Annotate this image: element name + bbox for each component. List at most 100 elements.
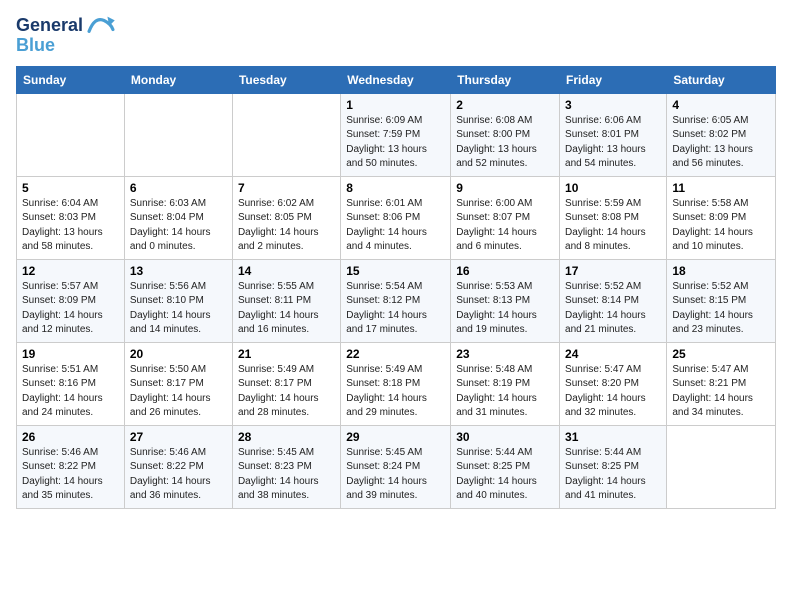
calendar-cell: 18 Sunrise: 5:52 AMSunset: 8:15 PMDayligh… [667, 259, 776, 342]
day-number: 8 [346, 181, 445, 195]
calendar-cell: 14 Sunrise: 5:55 AMSunset: 8:11 PMDayligh… [232, 259, 340, 342]
day-info: Sunrise: 6:01 AMSunset: 8:06 PMDaylight:… [346, 197, 445, 255]
day-number: 7 [238, 181, 335, 195]
day-info: Sunrise: 5:55 AMSunset: 8:11 PMDaylight:… [238, 280, 335, 338]
day-info: Sunrise: 5:48 AMSunset: 8:19 PMDaylight:… [456, 363, 554, 421]
day-info: Sunrise: 5:45 AMSunset: 8:24 PMDaylight:… [346, 446, 445, 504]
calendar-cell: 31 Sunrise: 5:44 AMSunset: 8:25 PMDayligh… [560, 425, 667, 508]
day-info: Sunrise: 6:09 AMSunset: 7:59 PMDaylight:… [346, 114, 445, 172]
calendar-cell: 9 Sunrise: 6:00 AMSunset: 8:07 PMDaylight… [451, 176, 560, 259]
calendar-cell: 5 Sunrise: 6:04 AMSunset: 8:03 PMDaylight… [17, 176, 125, 259]
day-info: Sunrise: 5:50 AMSunset: 8:17 PMDaylight:… [130, 363, 227, 421]
day-number: 9 [456, 181, 554, 195]
day-info: Sunrise: 6:05 AMSunset: 8:02 PMDaylight:… [672, 114, 770, 172]
day-number: 24 [565, 347, 661, 361]
header-tuesday: Tuesday [232, 66, 340, 93]
day-info: Sunrise: 5:51 AMSunset: 8:16 PMDaylight:… [22, 363, 119, 421]
calendar-cell: 8 Sunrise: 6:01 AMSunset: 8:06 PMDaylight… [341, 176, 451, 259]
calendar-cell: 27 Sunrise: 5:46 AMSunset: 8:22 PMDayligh… [124, 425, 232, 508]
day-info: Sunrise: 5:53 AMSunset: 8:13 PMDaylight:… [456, 280, 554, 338]
day-number: 20 [130, 347, 227, 361]
calendar-cell: 16 Sunrise: 5:53 AMSunset: 8:13 PMDayligh… [451, 259, 560, 342]
calendar-week-row: 5 Sunrise: 6:04 AMSunset: 8:03 PMDaylight… [17, 176, 776, 259]
header-saturday: Saturday [667, 66, 776, 93]
day-info: Sunrise: 5:46 AMSunset: 8:22 PMDaylight:… [22, 446, 119, 504]
calendar-cell: 20 Sunrise: 5:50 AMSunset: 8:17 PMDayligh… [124, 342, 232, 425]
calendar-cell: 22Sunrise: 5:49 AMSunset: 8:18 PMDayligh… [341, 342, 451, 425]
day-info: Sunrise: 6:02 AMSunset: 8:05 PMDaylight:… [238, 197, 335, 255]
day-info: Sunrise: 5:47 AMSunset: 8:20 PMDaylight:… [565, 363, 661, 421]
calendar-cell: 26 Sunrise: 5:46 AMSunset: 8:22 PMDayligh… [17, 425, 125, 508]
day-info: Sunrise: 6:06 AMSunset: 8:01 PMDaylight:… [565, 114, 661, 172]
day-number: 6 [130, 181, 227, 195]
day-info: Sunrise: 5:49 AMSunset: 8:17 PMDaylight:… [238, 363, 335, 421]
day-info: Sunrise: 5:47 AMSunset: 8:21 PMDaylight:… [672, 363, 770, 421]
day-number: 14 [238, 264, 335, 278]
calendar-cell [232, 93, 340, 176]
day-number: 26 [22, 430, 119, 444]
calendar-cell: 28 Sunrise: 5:45 AMSunset: 8:23 PMDayligh… [232, 425, 340, 508]
calendar-header-row: SundayMondayTuesdayWednesdayThursdayFrid… [17, 66, 776, 93]
day-number: 17 [565, 264, 661, 278]
calendar-cell: 24 Sunrise: 5:47 AMSunset: 8:20 PMDayligh… [560, 342, 667, 425]
logo-text: General Blue [16, 16, 117, 56]
calendar-week-row: 1 Sunrise: 6:09 AMSunset: 7:59 PMDaylight… [17, 93, 776, 176]
day-number: 1 [346, 98, 445, 112]
day-number: 18 [672, 264, 770, 278]
calendar-table: SundayMondayTuesdayWednesdayThursdayFrid… [16, 66, 776, 509]
day-info: Sunrise: 5:45 AMSunset: 8:23 PMDaylight:… [238, 446, 335, 504]
day-info: Sunrise: 5:57 AMSunset: 8:09 PMDaylight:… [22, 280, 119, 338]
day-number: 16 [456, 264, 554, 278]
calendar-week-row: 12 Sunrise: 5:57 AMSunset: 8:09 PMDayligh… [17, 259, 776, 342]
calendar-cell: 23 Sunrise: 5:48 AMSunset: 8:19 PMDayligh… [451, 342, 560, 425]
calendar-cell: 29Sunrise: 5:45 AMSunset: 8:24 PMDayligh… [341, 425, 451, 508]
calendar-cell [667, 425, 776, 508]
calendar-cell: 6 Sunrise: 6:03 AMSunset: 8:04 PMDaylight… [124, 176, 232, 259]
day-number: 15 [346, 264, 445, 278]
calendar-cell: 3Sunrise: 6:06 AMSunset: 8:01 PMDaylight… [560, 93, 667, 176]
header-thursday: Thursday [451, 66, 560, 93]
calendar-week-row: 19Sunrise: 5:51 AMSunset: 8:16 PMDayligh… [17, 342, 776, 425]
day-info: Sunrise: 5:52 AMSunset: 8:15 PMDaylight:… [672, 280, 770, 338]
logo: General Blue [16, 16, 117, 56]
calendar-cell: 12 Sunrise: 5:57 AMSunset: 8:09 PMDayligh… [17, 259, 125, 342]
calendar-cell [124, 93, 232, 176]
day-number: 21 [238, 347, 335, 361]
calendar-cell: 15 Sunrise: 5:54 AMSunset: 8:12 PMDayligh… [341, 259, 451, 342]
header-sunday: Sunday [17, 66, 125, 93]
calendar-cell: 13Sunrise: 5:56 AMSunset: 8:10 PMDayligh… [124, 259, 232, 342]
day-number: 10 [565, 181, 661, 195]
day-info: Sunrise: 5:52 AMSunset: 8:14 PMDaylight:… [565, 280, 661, 338]
header-monday: Monday [124, 66, 232, 93]
day-info: Sunrise: 6:04 AMSunset: 8:03 PMDaylight:… [22, 197, 119, 255]
day-info: Sunrise: 5:46 AMSunset: 8:22 PMDaylight:… [130, 446, 227, 504]
day-number: 11 [672, 181, 770, 195]
calendar-cell: 21 Sunrise: 5:49 AMSunset: 8:17 PMDayligh… [232, 342, 340, 425]
day-number: 12 [22, 264, 119, 278]
calendar-cell: 11Sunrise: 5:58 AMSunset: 8:09 PMDayligh… [667, 176, 776, 259]
calendar-cell: 30Sunrise: 5:44 AMSunset: 8:25 PMDayligh… [451, 425, 560, 508]
page-header: General Blue [16, 16, 776, 56]
calendar-week-row: 26 Sunrise: 5:46 AMSunset: 8:22 PMDayligh… [17, 425, 776, 508]
day-number: 23 [456, 347, 554, 361]
calendar-cell: 4 Sunrise: 6:05 AMSunset: 8:02 PMDaylight… [667, 93, 776, 176]
day-number: 27 [130, 430, 227, 444]
day-number: 28 [238, 430, 335, 444]
header-wednesday: Wednesday [341, 66, 451, 93]
day-info: Sunrise: 5:44 AMSunset: 8:25 PMDaylight:… [565, 446, 661, 504]
header-friday: Friday [560, 66, 667, 93]
day-info: Sunrise: 6:03 AMSunset: 8:04 PMDaylight:… [130, 197, 227, 255]
day-info: Sunrise: 5:59 AMSunset: 8:08 PMDaylight:… [565, 197, 661, 255]
day-info: Sunrise: 5:44 AMSunset: 8:25 PMDaylight:… [456, 446, 554, 504]
calendar-cell [17, 93, 125, 176]
day-info: Sunrise: 5:49 AMSunset: 8:18 PMDaylight:… [346, 363, 445, 421]
day-info: Sunrise: 5:56 AMSunset: 8:10 PMDaylight:… [130, 280, 227, 338]
day-number: 4 [672, 98, 770, 112]
day-info: Sunrise: 5:54 AMSunset: 8:12 PMDaylight:… [346, 280, 445, 338]
day-info: Sunrise: 6:00 AMSunset: 8:07 PMDaylight:… [456, 197, 554, 255]
day-number: 5 [22, 181, 119, 195]
day-info: Sunrise: 6:08 AMSunset: 8:00 PMDaylight:… [456, 114, 554, 172]
day-number: 31 [565, 430, 661, 444]
day-number: 2 [456, 98, 554, 112]
calendar-cell: 25Sunrise: 5:47 AMSunset: 8:21 PMDayligh… [667, 342, 776, 425]
